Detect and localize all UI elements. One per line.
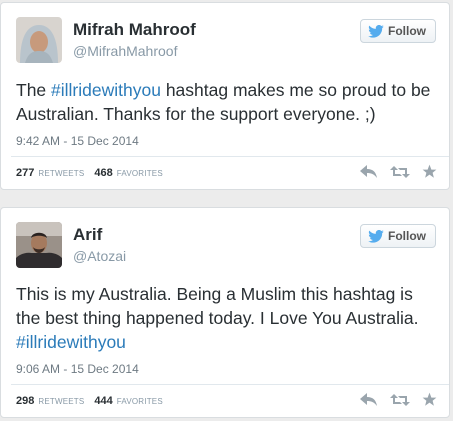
user-name[interactable]: Arif	[73, 225, 102, 245]
tweet-stats: 277 RETWEETS 468 FAVORITES	[16, 167, 169, 179]
favorites-label: FAVORITES	[116, 169, 163, 178]
avatar[interactable]	[16, 222, 62, 268]
tweet-card: Arif @Atozai Follow This is my Australia…	[0, 207, 450, 418]
twitter-bird-icon	[368, 24, 384, 38]
hashtag-link[interactable]: #illridewithyou	[51, 80, 161, 100]
user-name[interactable]: Mifrah Mahroof	[73, 20, 196, 40]
favorite-count[interactable]: 444	[94, 395, 112, 407]
tweet-card: Mifrah Mahroof @MifrahMahroof Follow The…	[0, 2, 450, 190]
retweets-label: RETWEETS	[38, 397, 85, 406]
favorite-star-icon[interactable]	[422, 164, 437, 179]
retweet-count[interactable]: 277	[16, 167, 34, 179]
avatar[interactable]	[16, 17, 62, 63]
timestamp[interactable]: 9:42 AM - 15 Dec 2014	[16, 134, 139, 148]
follow-button[interactable]: Follow	[360, 224, 436, 248]
tweet-actions	[360, 392, 437, 407]
tweet-text-before: The	[16, 80, 52, 100]
follow-button[interactable]: Follow	[360, 19, 436, 43]
favorite-star-icon[interactable]	[422, 392, 437, 407]
reply-icon[interactable]	[360, 392, 378, 407]
hashtag-link[interactable]: #illridewithyou	[16, 332, 126, 352]
favorite-count[interactable]: 468	[94, 167, 112, 179]
tweet-text: This is my Australia. Being a Muslim thi…	[16, 282, 437, 354]
favorites-label: FAVORITES	[116, 397, 163, 406]
tweet-text: The #illridewithyou hashtag makes me so …	[16, 78, 437, 126]
timestamp[interactable]: 9:06 AM - 15 Dec 2014	[16, 362, 139, 376]
retweet-icon[interactable]	[390, 393, 410, 407]
retweets-label: RETWEETS	[38, 169, 85, 178]
user-handle[interactable]: @MifrahMahroof	[73, 43, 177, 59]
reply-icon[interactable]	[360, 164, 378, 179]
tweet-actions	[360, 164, 437, 179]
tweet-text-before: This is my Australia. Being a Muslim thi…	[16, 284, 419, 328]
twitter-bird-icon	[368, 229, 384, 243]
tweet-stats: 298 RETWEETS 444 FAVORITES	[16, 395, 169, 407]
retweet-count[interactable]: 298	[16, 395, 34, 407]
retweet-icon[interactable]	[390, 165, 410, 179]
follow-label: Follow	[388, 24, 426, 38]
follow-label: Follow	[388, 229, 426, 243]
divider	[11, 156, 449, 157]
user-handle[interactable]: @Atozai	[73, 248, 126, 264]
divider	[11, 384, 449, 385]
